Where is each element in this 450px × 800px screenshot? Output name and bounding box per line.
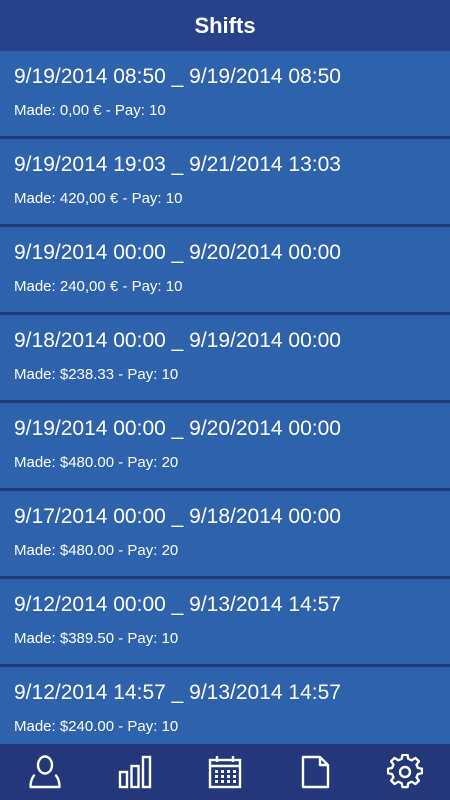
shift-range: 9/12/2014 14:57 _ 9/13/2014 14:57: [14, 681, 341, 704]
shift-range: 9/19/2014 08:50 _ 9/19/2014 08:50: [14, 65, 341, 88]
shift-earnings: Made: $238.33 - Pay: 10: [14, 366, 179, 383]
shift-earnings: Made: 420,00 € - Pay: 10: [14, 190, 183, 207]
nav-settings-button[interactable]: [375, 744, 435, 800]
shift-list-item[interactable]: 9/18/2014 00:00 _ 9/19/2014 00:00 Made: …: [0, 315, 450, 403]
gear-icon: [387, 754, 423, 789]
document-icon: [301, 755, 330, 789]
nav-profile-button[interactable]: [15, 744, 75, 800]
bar-chart-icon: [118, 755, 152, 789]
calendar-icon: [208, 756, 242, 789]
shift-list[interactable]: 9/19/2014 08:50 _ 9/19/2014 08:50 Made: …: [0, 51, 450, 744]
nav-documents-button[interactable]: [285, 744, 345, 800]
shift-list-item[interactable]: 9/12/2014 14:57 _ 9/13/2014 14:57 Made: …: [0, 667, 450, 744]
shift-range: 9/19/2014 00:00 _ 9/20/2014 00:00: [14, 241, 341, 264]
app-header: Shifts: [0, 0, 450, 51]
shift-list-item[interactable]: 9/19/2014 08:50 _ 9/19/2014 08:50 Made: …: [0, 51, 450, 139]
nav-stats-button[interactable]: [105, 744, 165, 800]
shift-list-item[interactable]: 9/17/2014 00:00 _ 9/18/2014 00:00 Made: …: [0, 491, 450, 579]
shift-earnings: Made: 240,00 € - Pay: 10: [14, 278, 183, 295]
person-icon: [29, 755, 61, 789]
shift-list-item[interactable]: 9/19/2014 00:00 _ 9/20/2014 00:00 Made: …: [0, 403, 450, 491]
shift-list-item[interactable]: 9/19/2014 00:00 _ 9/20/2014 00:00 Made: …: [0, 227, 450, 315]
nav-calendar-button[interactable]: [195, 744, 255, 800]
shift-earnings: Made: $240.00 - Pay: 10: [14, 718, 179, 735]
shift-list-item[interactable]: 9/12/2014 00:00 _ 9/13/2014 14:57 Made: …: [0, 579, 450, 667]
shift-range: 9/19/2014 00:00 _ 9/20/2014 00:00: [14, 417, 341, 440]
shift-earnings: Made: 0,00 € - Pay: 10: [14, 102, 166, 119]
shift-range: 9/12/2014 00:00 _ 9/13/2014 14:57: [14, 593, 341, 616]
shift-earnings: Made: $389.50 - Pay: 10: [14, 630, 179, 647]
shift-earnings: Made: $480.00 - Pay: 20: [14, 542, 179, 559]
shift-earnings: Made: $480.00 - Pay: 20: [14, 454, 179, 471]
shift-range: 9/17/2014 00:00 _ 9/18/2014 00:00: [14, 505, 341, 528]
shift-list-item[interactable]: 9/19/2014 19:03 _ 9/21/2014 13:03 Made: …: [0, 139, 450, 227]
shift-range: 9/19/2014 19:03 _ 9/21/2014 13:03: [14, 153, 341, 176]
shift-range: 9/18/2014 00:00 _ 9/19/2014 00:00: [14, 329, 341, 352]
page-title: Shifts: [194, 12, 256, 38]
bottom-nav: [0, 744, 450, 800]
